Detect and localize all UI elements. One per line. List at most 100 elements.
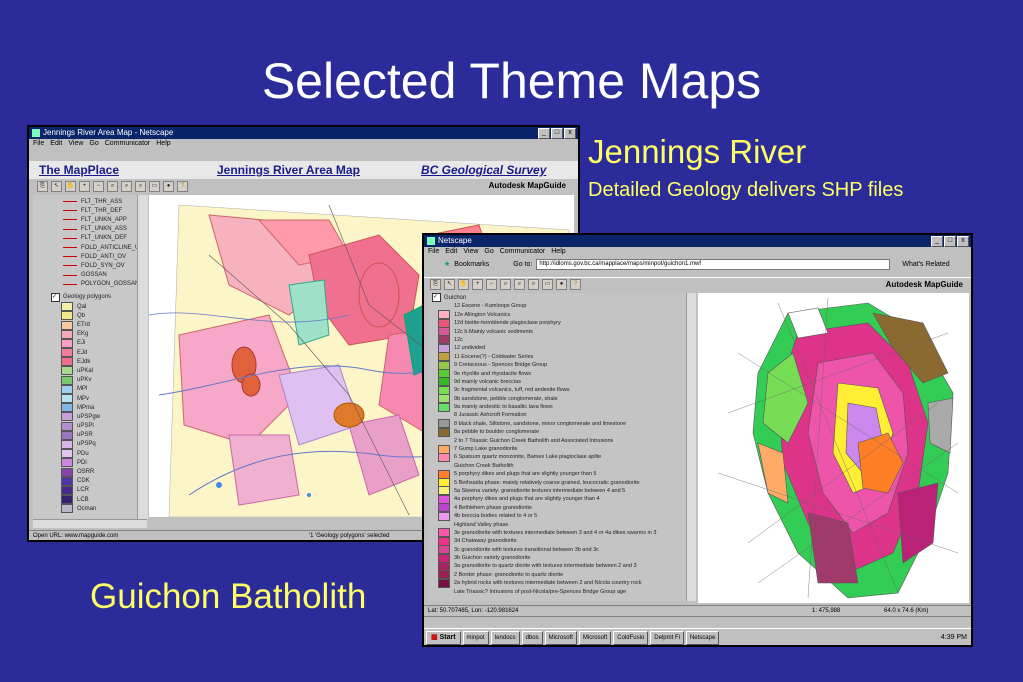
help-icon[interactable]: ? <box>177 181 188 192</box>
legend-polygon-item[interactable]: uPSR <box>61 430 147 440</box>
zoom-out-icon[interactable]: − <box>93 181 104 192</box>
bookmarks-icon[interactable]: ★ <box>444 260 450 268</box>
banner-bcgs-link[interactable]: BC Geological Survey <box>421 163 546 177</box>
legend-polygon-item[interactable]: uPKal <box>61 366 147 376</box>
layer-checkbox[interactable]: ✓ <box>432 293 441 303</box>
legend-item[interactable]: 9b sandstone, pebble conglomerate, shale <box>438 394 690 404</box>
legend-item[interactable]: 8a pebble to boulder conglomerate <box>438 427 690 437</box>
select-icon[interactable]: ↖ <box>51 181 62 192</box>
legend-item[interactable]: 3c granodiorite with textures transition… <box>438 545 690 555</box>
legend-polygon-item[interactable]: EJdk <box>61 357 147 367</box>
legend-item[interactable]: 9c fragmental volcanics, tuff, red andes… <box>438 385 690 395</box>
menu-view[interactable]: View <box>463 247 478 257</box>
legend-line-item[interactable]: FLT_THR_ASS <box>63 197 147 206</box>
menu-help[interactable]: Help <box>156 139 170 149</box>
whats-related-button[interactable]: What's Related <box>902 261 949 268</box>
legend-item[interactable]: 3d Chataway granodiorite <box>438 536 690 546</box>
legend-polygon-item[interactable]: EKg <box>61 329 147 339</box>
legend-polygon-item[interactable]: PDu <box>61 449 147 459</box>
legend-line-item[interactable]: FOLD_SYN_OV <box>63 261 147 270</box>
window2-titlebar[interactable]: Netscape _ □ x <box>424 235 971 247</box>
map-horizontal-scrollbar[interactable] <box>33 519 147 528</box>
copy-icon[interactable]: ⎘ <box>430 279 441 290</box>
zoom-window-icon[interactable]: ⌕ <box>500 279 511 290</box>
legend-item[interactable]: 5a Skeena variety: granodiorite textures… <box>438 486 690 496</box>
legend-polygon-item[interactable]: MPl <box>61 384 147 394</box>
zoom-goto-icon[interactable]: ⌕ <box>528 279 539 290</box>
start-button[interactable]: ▦ Start <box>426 630 461 645</box>
legend-line-item[interactable]: FLT_UNKN_APP <box>63 215 147 224</box>
zoom-window-icon[interactable]: ⌕ <box>107 181 118 192</box>
legend-item[interactable]: 9e rhyolite and rhyodacite flows <box>438 369 690 379</box>
pan-icon[interactable]: ✋ <box>65 181 76 192</box>
select-icon[interactable]: ↖ <box>444 279 455 290</box>
close-button[interactable]: x <box>957 236 969 247</box>
legend-item[interactable]: Guichon Creek Batholith <box>438 462 690 470</box>
legend-item[interactable]: 5 porphyry dikes and plugs that are slig… <box>438 469 690 479</box>
legend-item[interactable]: 3e granodiorite with textures intermedia… <box>438 528 690 538</box>
legend-item[interactable]: 12e Allington Volcanics <box>438 310 690 320</box>
taskbar-item[interactable]: Delpmt Fi <box>650 630 684 645</box>
legend-polygon-item[interactable]: Qb <box>61 311 147 321</box>
taskbar-item[interactable]: ColdFusio <box>613 630 649 645</box>
legend-scrollbar[interactable] <box>137 195 148 519</box>
window1-titlebar[interactable]: Jennings River Area Map - Netscape _ □ x <box>29 127 578 139</box>
close-button[interactable]: x <box>564 128 576 139</box>
menu-file[interactable]: File <box>428 247 439 257</box>
legend-item[interactable]: Late Triassic? Intrusions of post-Nicola… <box>438 587 690 595</box>
legend-item[interactable]: 12c <box>438 335 690 345</box>
url-field[interactable]: http://idloms.gov.bc.ca/mapplace/maps/mi… <box>536 258 891 270</box>
legend-item[interactable]: 9d mainly volcanic breccias <box>438 377 690 387</box>
legend-item[interactable]: 5 Bethsaida phase: mainly relatively coa… <box>438 478 690 488</box>
legend-item[interactable]: 12d biotite-hornblende plagioclase porph… <box>438 318 690 328</box>
legend-polygon-item[interactable]: LCR <box>61 485 147 495</box>
taskbar-item[interactable]: Microsoft <box>578 630 612 645</box>
zoom-in-icon[interactable]: + <box>472 279 483 290</box>
zoom-in-icon[interactable]: + <box>79 181 90 192</box>
legend-item[interactable]: 9a mainly andesitic to basaltic lava flo… <box>438 402 690 412</box>
bookmarks-button[interactable]: Bookmarks <box>454 261 489 268</box>
menu-go[interactable]: Go <box>484 247 493 257</box>
legend-line-item[interactable]: FLT_UNKN_DEF <box>63 234 147 243</box>
legend-item[interactable]: 8 black shale, Siltstone, sandstone, min… <box>438 419 690 429</box>
pan-icon[interactable]: ✋ <box>458 279 469 290</box>
measure-icon[interactable]: ▭ <box>542 279 553 290</box>
taskbar-item[interactable]: dbos <box>521 630 543 645</box>
legend-item[interactable]: 12c b.Mainly volcanic sediments <box>438 327 690 337</box>
legend-item[interactable]: 4a porphyry dikes and plugs that are sli… <box>438 494 690 504</box>
zoom-previous-icon[interactable]: ⌕ <box>514 279 525 290</box>
legend-scrollbar[interactable] <box>686 293 696 601</box>
legend-polygon-item[interactable]: uPSPgw <box>61 412 147 422</box>
menu-communicator[interactable]: Communicator <box>500 247 546 257</box>
taskbar-item[interactable]: Microsoft <box>544 630 577 645</box>
legend-polygon-item[interactable]: PDl <box>61 458 147 468</box>
legend-item[interactable]: 3b Guichon variety granodiorite <box>438 553 690 563</box>
menu-view[interactable]: View <box>68 139 83 149</box>
menu-edit[interactable]: Edit <box>50 139 62 149</box>
legend-item[interactable]: 2 Border phase: granodiorite to quartz d… <box>438 570 690 580</box>
legend-item[interactable]: 12 Eocene - Kamloops Group <box>438 302 690 310</box>
legend-polygon-item[interactable]: EJi <box>61 338 147 348</box>
stop-icon[interactable]: ● <box>556 279 567 290</box>
maximize-button[interactable]: □ <box>944 236 956 247</box>
menu-edit[interactable]: Edit <box>445 247 457 257</box>
legend-item[interactable]: 8 Jurassic Ashcroft Formation <box>438 411 690 419</box>
legend-polygon-item[interactable]: Ocman <box>61 504 147 514</box>
maximize-button[interactable]: □ <box>551 128 563 139</box>
legend-line-item[interactable]: GOSSAN <box>63 271 147 280</box>
menu-go[interactable]: Go <box>89 139 98 149</box>
legend-polygon-item[interactable]: uPSPl <box>61 421 147 431</box>
legend-item[interactable]: 2a hybrid rocks with textures intermedia… <box>438 578 690 588</box>
legend-line-item[interactable]: POLYGON_GOSSAN <box>63 280 147 289</box>
taskbar-item[interactable]: Netscape <box>685 630 720 645</box>
legend-item[interactable]: 11 Eocene(?) - Coldwater Series <box>438 352 690 362</box>
legend-line-item[interactable]: FOLD_ANTI_OV <box>63 252 147 261</box>
legend-item[interactable]: 12 undivided <box>438 343 690 353</box>
zoom-out-icon[interactable]: − <box>486 279 497 290</box>
legend-item[interactable]: 7 Gump Lake granodiorite <box>438 444 690 454</box>
legend-item[interactable]: 3a granodiorite to quartz diorite with t… <box>438 562 690 571</box>
legend-group-geology[interactable]: ✓ Geology polygons <box>33 292 147 302</box>
legend-polygon-item[interactable]: uPKv <box>61 375 147 385</box>
legend-line-item[interactable]: FLT_UNKN_ASS <box>63 225 147 234</box>
legend-polygon-item[interactable]: CDK <box>61 476 147 486</box>
